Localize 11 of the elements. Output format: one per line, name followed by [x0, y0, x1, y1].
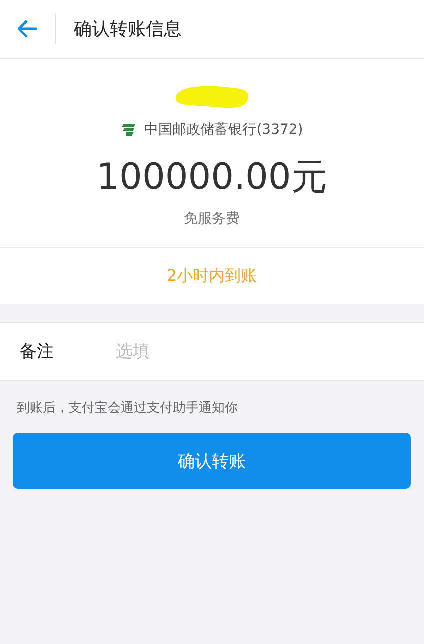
note-field[interactable]: 选填 — [114, 340, 368, 362]
hint-text: 到账后，支付宝会通过支付助手通知你 — [17, 400, 239, 417]
arrival-time: 2小时内到账 — [0, 247, 424, 304]
bank-account: 中国邮政储蓄银行(3372) — [144, 121, 304, 139]
back-arrow-icon — [18, 20, 38, 38]
confirm-button[interactable]: 确认转账 — [13, 433, 411, 489]
bank-logo-icon — [120, 123, 137, 137]
fee-note: 免服务费 — [184, 210, 240, 228]
page-title: 确认转账信息 — [74, 18, 182, 41]
note-label: 备注 — [20, 341, 55, 363]
transfer-amount: 100000.00元 — [96, 156, 328, 200]
